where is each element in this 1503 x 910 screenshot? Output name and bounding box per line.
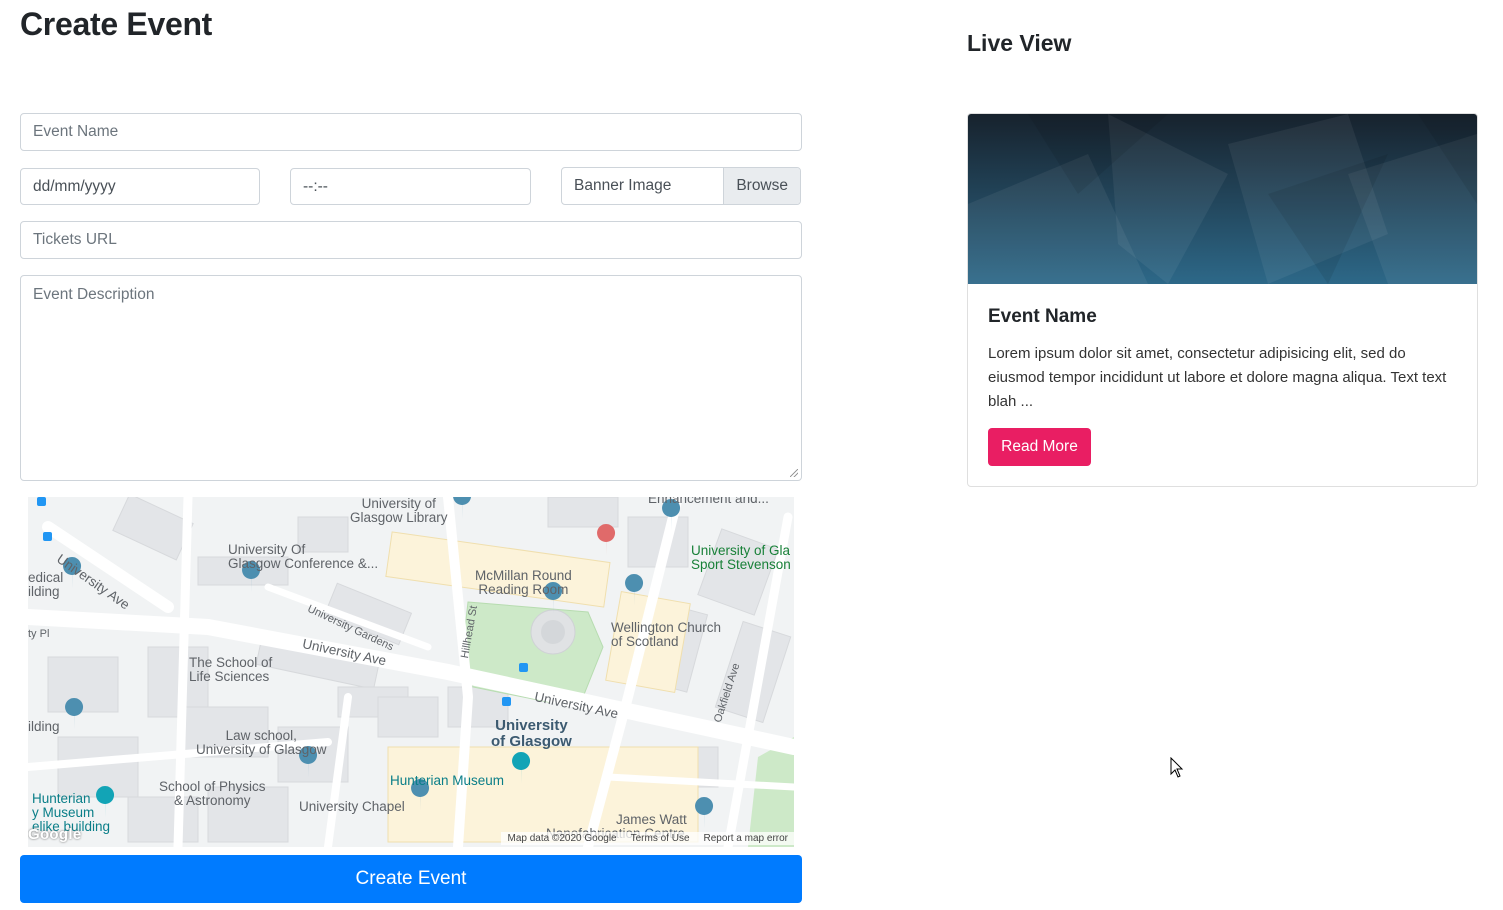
card-title: Event Name (988, 306, 1097, 327)
map-label-wellington: Wellington Church of Scotland (611, 620, 722, 649)
map-label-hunterian-museum: Hunterian Museum (390, 773, 505, 788)
event-description-textarea[interactable]: Event Description (20, 275, 802, 481)
map-label-conference: University Of Glasgow Conference &... (228, 542, 379, 571)
map-label-university-of-glasgow: University of Glasgow (491, 717, 572, 750)
date-input[interactable]: dd/mm/yyyy (20, 168, 260, 205)
event-banner-image (968, 114, 1477, 284)
card-description: Lorem ipsum dolor sit amet, consectetur … (988, 345, 1447, 410)
map-label-james-watt: James Watt (616, 812, 687, 827)
map-label-physics: School of Physics & Astronomy (159, 779, 266, 808)
tickets-url-placeholder: Tickets URL (33, 231, 117, 248)
map-label-university-pl: ty Pl (28, 628, 50, 640)
map-base (28, 497, 794, 847)
map-label-sport: University of GlaSport Stevenson bui (691, 543, 794, 572)
map-data-attribution: Map data ©2020 Google (507, 833, 617, 844)
map-label-building: ilding (28, 719, 60, 734)
date-placeholder: dd/mm/yyyy (33, 177, 116, 195)
location-map[interactable]: University of Glasgow Library Enhancement… (28, 497, 794, 847)
time-placeholder: --:-- (303, 177, 328, 195)
browse-button[interactable]: Browse (723, 168, 800, 204)
event-preview-card: Event Name Lorem ipsum dolor sit amet, c… (967, 113, 1478, 487)
map-label-library: University of Glasgow Library (350, 497, 448, 525)
banner-image-file-input[interactable]: Banner Image Browse (561, 167, 801, 205)
map-label-medical: edical ilding (28, 570, 64, 599)
map-label-enhancement: Enhancement and... (648, 497, 769, 506)
map-label-chapel: University Chapel (299, 799, 405, 814)
map-label-mcmillan: McMillan Round Reading Room (475, 568, 572, 597)
map-report-link[interactable]: Report a map error (704, 833, 788, 844)
event-name-placeholder: Event Name (33, 123, 119, 140)
map-label-law-school: Law school, University of Glasgow (196, 728, 327, 757)
create-event-button[interactable]: Create Event (20, 855, 802, 903)
map-terms-link[interactable]: Terms of Use (631, 833, 690, 844)
event-name-input[interactable]: Event Name (20, 113, 802, 151)
event-description-placeholder: Event Description (33, 286, 155, 303)
map-footer: Map data ©2020 Google Terms of Use Repor… (501, 832, 794, 845)
page-title: Create Event (20, 6, 213, 42)
read-more-button[interactable]: Read More (988, 428, 1091, 466)
live-view-title: Live View (967, 30, 1072, 56)
time-input[interactable]: --:-- (290, 168, 531, 205)
tickets-url-input[interactable]: Tickets URL (20, 221, 802, 259)
resize-handle-icon[interactable] (790, 469, 798, 477)
banner-image-label: Banner Image (574, 177, 672, 194)
google-logo: Google (28, 826, 82, 843)
mouse-cursor-icon (1170, 757, 1184, 778)
map-label-life-sciences: The School of Life Sciences (189, 655, 273, 684)
